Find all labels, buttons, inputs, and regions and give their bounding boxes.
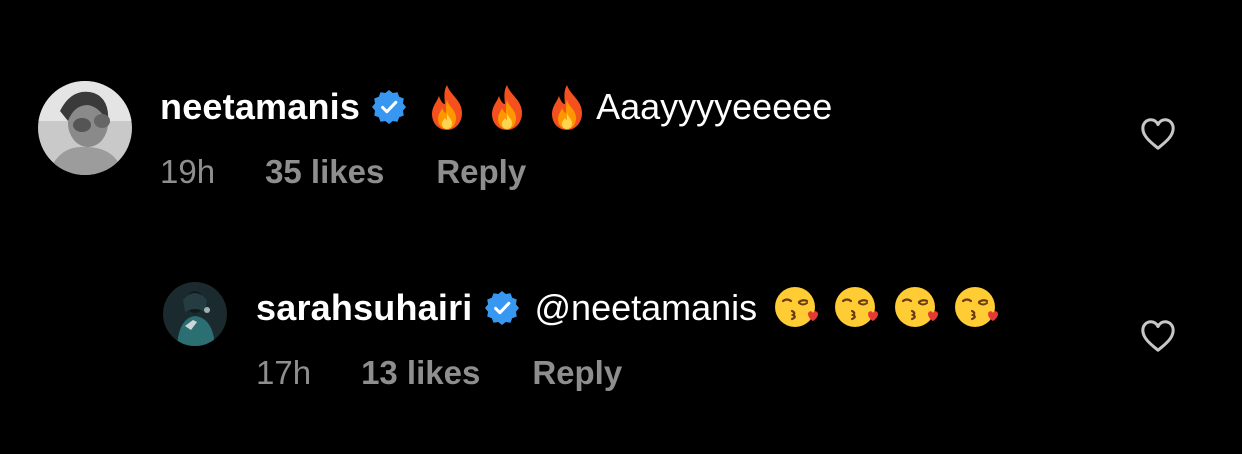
heart-outline-icon[interactable] (1139, 116, 1177, 152)
comment-line: sarahsuhairi @neetamanis (256, 283, 1011, 333)
comment-username[interactable]: sarahsuhairi (256, 288, 473, 328)
comment-timestamp: 19h (160, 153, 216, 190)
reply-button[interactable]: Reply (436, 153, 526, 191)
comment-timestamp: 17h (256, 354, 312, 391)
likes-count-link[interactable]: 35 likes (265, 153, 384, 191)
comment-meta: 17h 13 likes Reply (256, 354, 622, 392)
fire-icon (422, 82, 472, 132)
likes-count-link[interactable]: 13 likes (361, 354, 480, 392)
face-blowing-a-kiss-icon (891, 283, 941, 333)
fire-icon (542, 82, 592, 132)
comment-line: neetamanis Aaayyyyeeeee (160, 82, 832, 132)
comment-username[interactable]: neetamanis (160, 87, 360, 127)
heart-outline-icon[interactable] (1139, 318, 1177, 354)
verified-badge-icon (372, 90, 407, 124)
verified-badge-icon (484, 291, 519, 325)
fire-icon (482, 82, 532, 132)
comment-text: Aaayyyyeeeee (596, 86, 833, 127)
reply-button[interactable]: Reply (532, 354, 622, 392)
face-blowing-a-kiss-icon (831, 283, 881, 333)
comment-meta: 19h 35 likes Reply (160, 153, 526, 191)
face-blowing-a-kiss-icon (951, 283, 1001, 333)
avatar[interactable] (163, 282, 227, 346)
mention-link[interactable]: @neetamanis (535, 288, 758, 328)
avatar[interactable] (38, 81, 132, 175)
face-blowing-a-kiss-icon (771, 283, 821, 333)
